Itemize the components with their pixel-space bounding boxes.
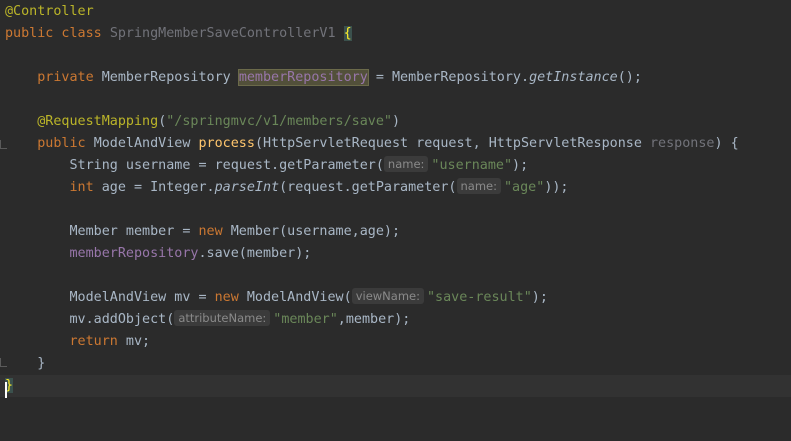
- code-line[interactable]: @RequestMapping("/springmvc/v1/members/s…: [0, 111, 791, 133]
- code-line[interactable]: public ModelAndView process(HttpServletR…: [0, 133, 791, 155]
- add-object-call: mv.addObject(: [69, 312, 175, 327]
- string-username: "username": [431, 158, 513, 173]
- code-line[interactable]: String username = request.getParameter(n…: [0, 155, 791, 177]
- keyword-new: new: [198, 224, 223, 239]
- class-open-brace: {: [343, 26, 352, 41]
- parse-int-call: parseInt: [214, 180, 280, 195]
- return-type: ModelAndView: [93, 136, 191, 151]
- request-mapping-path: "/springmvc/v1/members/save": [166, 114, 392, 129]
- parameter-hint-name: name:: [383, 156, 429, 172]
- method-params-end: ) {: [714, 136, 739, 151]
- save-call: .save(member);: [198, 246, 312, 261]
- code-line[interactable]: @Controller: [0, 1, 791, 23]
- keyword-return: return: [69, 334, 118, 349]
- code-line[interactable]: return mv;: [0, 331, 791, 353]
- keyword-public-class: public class: [5, 26, 102, 41]
- code-line[interactable]: private MemberRepository memberRepositor…: [0, 67, 791, 89]
- mv-declaration: ModelAndView mv =: [69, 290, 215, 305]
- code-line[interactable]: public class SpringMemberSaveControllerV…: [0, 23, 791, 45]
- keyword-int: int: [69, 180, 94, 195]
- field-member-repository: memberRepository: [237, 69, 369, 86]
- get-parameter-call: (request.getParameter(: [279, 180, 457, 195]
- return-value: mv;: [117, 334, 151, 349]
- string-save-result: "save-result": [426, 290, 532, 305]
- member-declaration: Member member =: [69, 224, 199, 239]
- method-close-brace: }: [37, 356, 46, 371]
- assign-get-instance: = MemberRepository.: [367, 70, 530, 85]
- code-line[interactable]: memberRepository.save(member);: [0, 243, 791, 265]
- statement-end: ));: [544, 180, 569, 195]
- get-instance-call: getInstance: [529, 70, 618, 85]
- class-name: SpringMemberSaveControllerV1: [109, 26, 336, 41]
- code-line[interactable]: int age = Integer.parseInt(request.getPa…: [0, 177, 791, 199]
- member-constructor: Member(username,age);: [222, 224, 401, 239]
- mv-constructor: ModelAndView(: [238, 290, 352, 305]
- keyword-public: public: [37, 136, 86, 151]
- add-object-args: ,member);: [337, 312, 411, 327]
- keyword-new: new: [214, 290, 239, 305]
- get-instance-suffix: ();: [617, 70, 642, 85]
- statement-end: );: [512, 158, 529, 173]
- code-line[interactable]: ModelAndView mv = new ModelAndView(viewN…: [0, 287, 791, 309]
- param-response: response: [649, 136, 715, 151]
- code-line[interactable]: Member member = new Member(username,age)…: [0, 221, 791, 243]
- username-statement: String username = request.getParameter(: [69, 158, 384, 173]
- text-caret: [5, 382, 7, 398]
- code-editor[interactable]: @Controller public class SpringMemberSav…: [0, 0, 791, 408]
- request-mapping-close: ): [391, 114, 401, 129]
- request-mapping-annotation: @RequestMapping: [37, 114, 159, 129]
- parameter-hint-attribute-name: attributeName:: [174, 310, 271, 326]
- keyword-private: private: [37, 70, 94, 85]
- age-statement: age = Integer.: [93, 180, 215, 195]
- type-member-repository: MemberRepository: [101, 70, 231, 85]
- parameter-hint-view-name: viewName:: [351, 288, 424, 304]
- code-line[interactable]: mv.addObject(attributeName: "member",memb…: [0, 309, 791, 331]
- string-member: "member": [273, 312, 338, 327]
- current-code-line[interactable]: }: [0, 375, 791, 397]
- controller-annotation: @Controller: [5, 4, 94, 19]
- parameter-hint-name: name:: [456, 178, 501, 194]
- method-params: (HttpServletRequest request, HttpServlet…: [254, 136, 650, 151]
- code-line[interactable]: }: [0, 353, 791, 375]
- method-name: process: [198, 136, 255, 151]
- field-member-repository: memberRepository: [69, 246, 199, 261]
- statement-end: );: [531, 290, 548, 305]
- string-age: "age": [504, 180, 545, 195]
